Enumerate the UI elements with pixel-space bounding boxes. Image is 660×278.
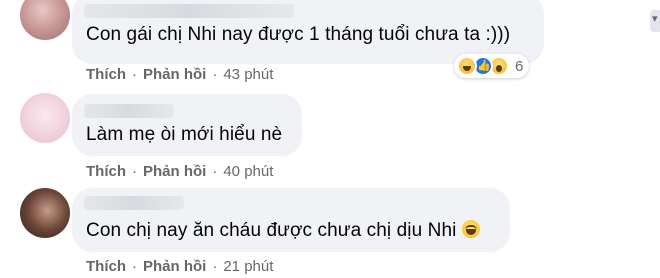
comment-text: Con chị nay ăn cháu được chưa chị dịu Nh… [86, 220, 481, 242]
reply-button[interactable]: Phản hồi [143, 258, 206, 275]
comment-text-content: Con chị nay ăn cháu được chưa chị dịu Nh… [86, 220, 457, 241]
blurred-commenter-name[interactable] [84, 196, 184, 210]
timestamp-link[interactable]: 43 phút [223, 66, 273, 83]
comment-text: Con gái chị Nhi nay được 1 tháng tuổi ch… [86, 24, 511, 45]
laughing-emoji-icon [462, 220, 481, 238]
timestamp-link[interactable]: 21 phút [223, 258, 273, 275]
like-button[interactable]: Thích [86, 163, 126, 180]
comment-actions: Thích · Phản hồi · 40 phút [86, 163, 273, 180]
separator: · [212, 163, 218, 180]
separator: · [132, 66, 137, 83]
comment-text: Làm mẹ òi mới hiểu nè [86, 124, 283, 145]
like-button[interactable]: Thích [86, 258, 126, 275]
blurred-commenter-name[interactable] [84, 4, 294, 18]
commenter-avatar[interactable] [20, 93, 70, 143]
blurred-commenter-name[interactable] [84, 104, 174, 118]
timestamp-link[interactable]: 40 phút [223, 163, 273, 180]
reply-button[interactable]: Phản hồi [143, 66, 206, 83]
like-button[interactable]: Thích [86, 66, 126, 83]
comment-actions: Thích · Phản hồi · 21 phút [86, 258, 273, 275]
comment-bubble: Con chị nay ăn cháu được chưa chị dịu Nh… [72, 188, 510, 252]
haha-icon [457, 56, 477, 76]
reply-button[interactable]: Phản hồi [143, 163, 206, 180]
separator: · [132, 163, 137, 180]
reaction-count: 6 [515, 57, 524, 75]
comment-actions: Thích · Phản hồi · 43 phút [86, 66, 273, 83]
separator: · [212, 258, 218, 275]
separator: · [212, 66, 218, 83]
comment-bubble: Làm mẹ òi mới hiểu nè [72, 94, 302, 156]
commenter-avatar[interactable] [20, 188, 70, 238]
separator: · [132, 258, 137, 275]
collapse-chevron-icon[interactable] [650, 10, 660, 32]
commenter-avatar[interactable] [20, 0, 70, 40]
reaction-summary[interactable]: 6 [454, 54, 530, 78]
